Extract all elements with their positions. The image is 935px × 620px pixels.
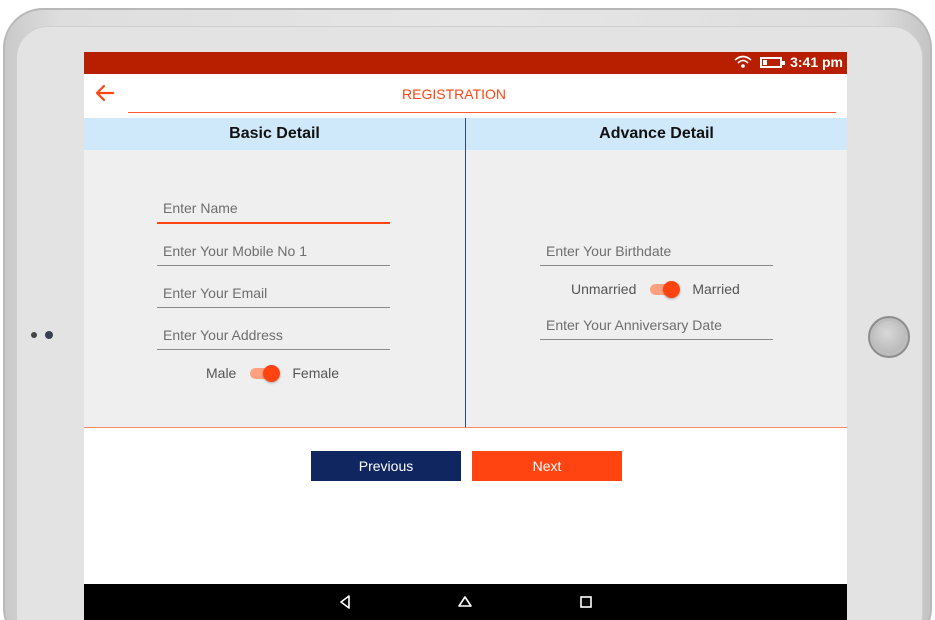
page-title: REGISTRATION <box>402 86 506 102</box>
advance-detail-panel: Unmarried Married <box>466 150 847 428</box>
marital-switch[interactable] <box>650 279 681 299</box>
panel-bottom-line <box>84 427 847 428</box>
unmarried-label: Unmarried <box>571 281 637 297</box>
sensor-dot <box>31 332 37 338</box>
android-nav-bar <box>84 584 847 620</box>
recents-icon[interactable] <box>578 594 594 610</box>
married-label: Married <box>692 281 740 297</box>
tab-advance-detail[interactable]: Advance Detail <box>466 118 847 150</box>
hardware-home-button[interactable] <box>868 316 910 358</box>
address-field[interactable] <box>157 320 390 350</box>
home-icon[interactable] <box>457 594 473 610</box>
anniversary-input[interactable] <box>540 310 773 339</box>
name-input[interactable] <box>157 194 390 222</box>
birthdate-input[interactable] <box>540 236 773 265</box>
address-input[interactable] <box>157 320 390 349</box>
battery-icon <box>760 56 786 68</box>
front-camera <box>45 331 53 339</box>
mobile-input[interactable] <box>157 236 390 265</box>
birthdate-field[interactable] <box>540 236 773 266</box>
gender-female-label: Female <box>292 365 340 381</box>
tab-basic-detail[interactable]: Basic Detail <box>84 118 465 150</box>
basic-detail-panel: Male Female <box>84 150 465 428</box>
anniversary-field[interactable] <box>540 310 773 340</box>
email-field[interactable] <box>157 278 390 308</box>
back-triangle-icon[interactable] <box>337 594 353 610</box>
email-input[interactable] <box>157 278 390 307</box>
mobile-field[interactable] <box>157 236 390 266</box>
previous-button[interactable]: Previous <box>311 451 461 481</box>
screen: 3:41 pm REGISTRATION Basic Detail Advanc… <box>84 52 847 620</box>
status-time: 3:41 pm <box>790 54 843 70</box>
title-underline <box>128 112 836 113</box>
name-field[interactable] <box>157 194 390 224</box>
marital-toggle-row: Unmarried Married <box>571 279 740 299</box>
next-button[interactable]: Next <box>472 451 622 481</box>
app-bar: REGISTRATION <box>84 74 847 118</box>
wifi-icon <box>734 55 752 68</box>
gender-toggle-row: Male Female <box>206 363 339 383</box>
status-bar: 3:41 pm <box>84 52 847 74</box>
gender-switch[interactable] <box>250 363 281 383</box>
gender-male-label: Male <box>206 365 237 381</box>
